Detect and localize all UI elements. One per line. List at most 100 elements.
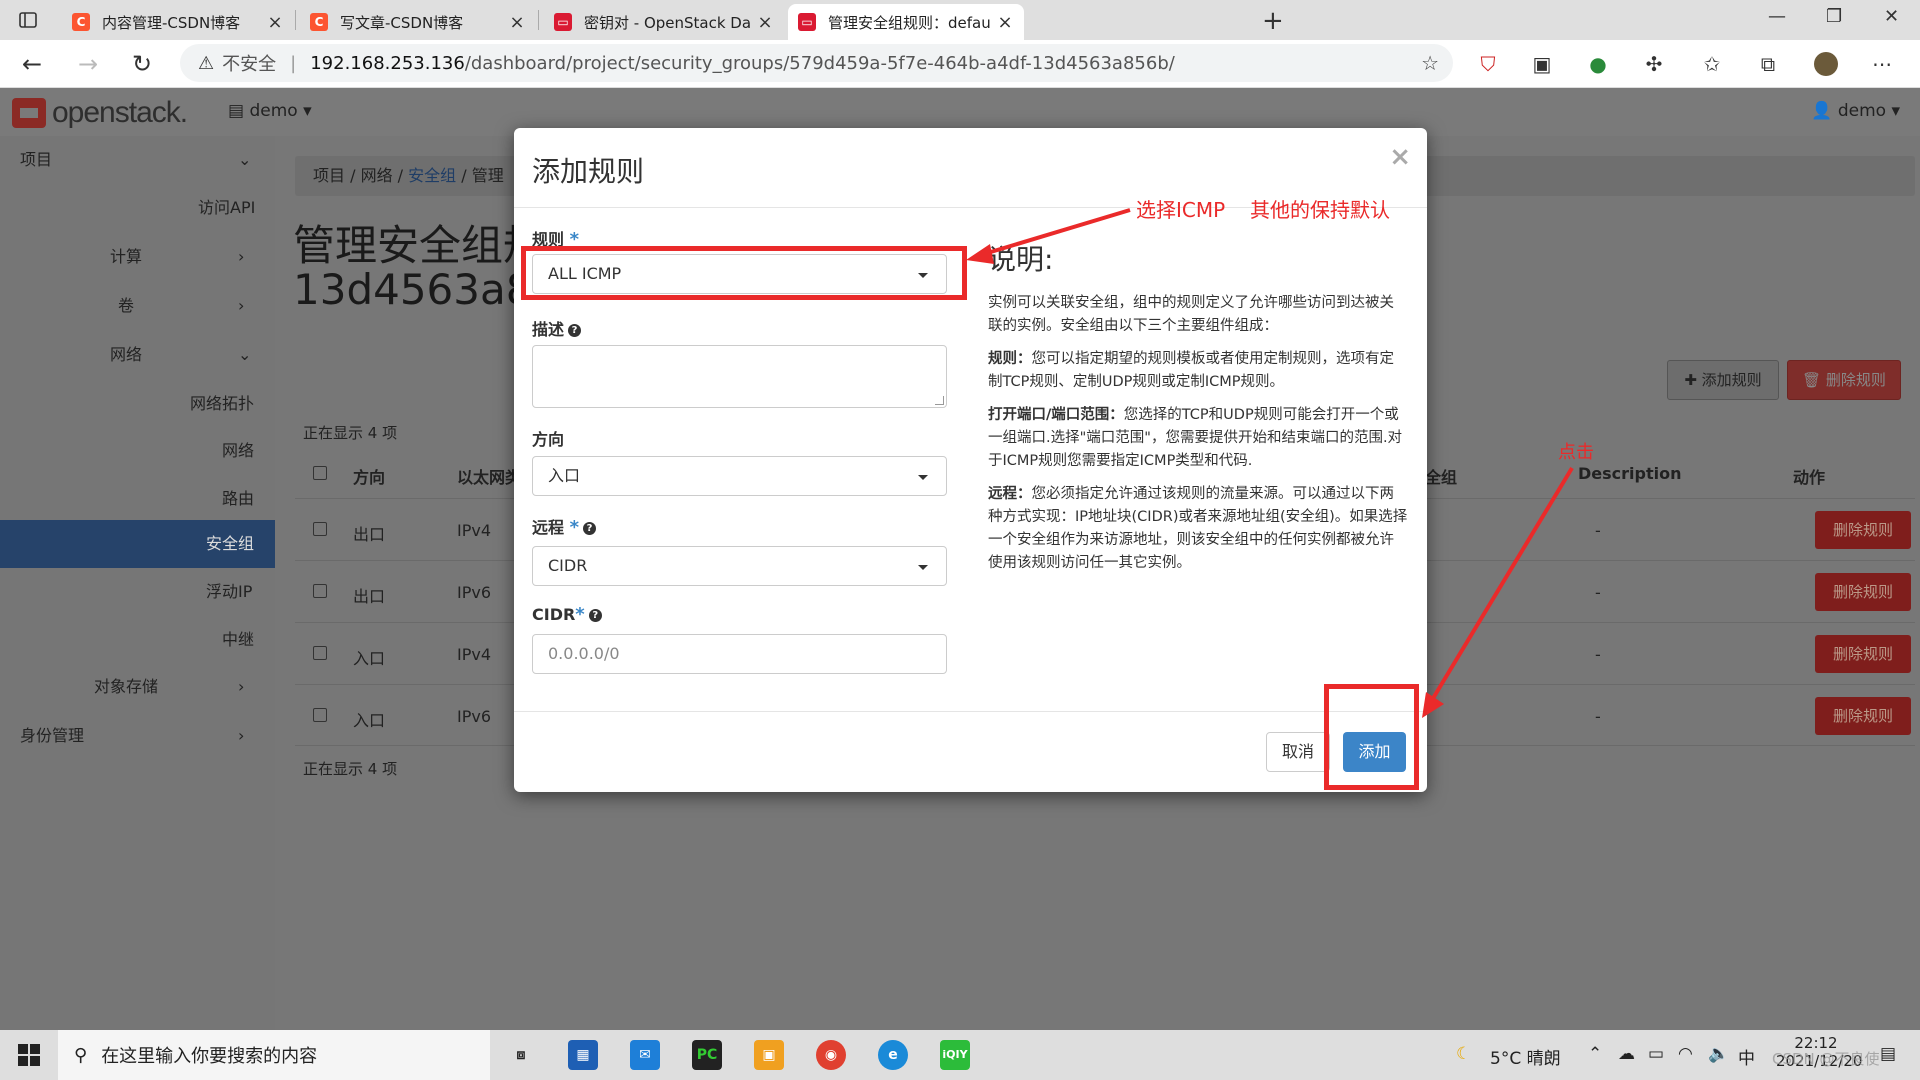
sidebar-item-trunks[interactable]: 中继: [0, 620, 275, 660]
help-icon[interactable]: ?: [583, 522, 597, 535]
browser-app-icon[interactable]: ◉: [816, 1040, 846, 1070]
sidebar-item-object-store[interactable]: 对象存储 ›: [0, 667, 275, 707]
volume-icon[interactable]: 🔈: [1708, 1044, 1729, 1064]
delete-rule-button[interactable]: 删除规则: [1815, 573, 1911, 611]
forward-icon[interactable]: →: [78, 50, 98, 78]
close-tab-icon[interactable]: ×: [266, 12, 284, 33]
close-tab-icon[interactable]: ×: [756, 12, 774, 33]
cell-ethertype: IPv6: [457, 707, 492, 726]
openstack-logo[interactable]: openstack.: [12, 96, 188, 130]
taskbar-search[interactable]: ⚲ 在这里输入你要搜索的内容: [58, 1030, 490, 1080]
add-rule-button[interactable]: ✚ 添加规则: [1667, 360, 1779, 400]
url-field[interactable]: ⚠ 不安全 | 192.168.253.136 /dashboard/proje…: [180, 44, 1453, 82]
favorites-icon[interactable]: ✩: [1700, 52, 1724, 76]
minimize-icon[interactable]: —: [1768, 6, 1786, 27]
tab-title: 写文章-CSDN博客: [340, 13, 464, 32]
remote-select[interactable]: CIDR: [532, 546, 947, 586]
item-count-footer: 正在显示 4 项: [303, 760, 398, 778]
project-selector[interactable]: ▤ demo ▾: [228, 101, 312, 121]
new-tab-icon[interactable]: +: [1262, 6, 1284, 36]
back-icon[interactable]: ←: [22, 50, 42, 78]
extension-shield-icon[interactable]: ⛉: [1476, 52, 1500, 76]
avatar[interactable]: [1814, 52, 1838, 76]
add-rule-label: 添加规则: [1701, 371, 1762, 389]
select-all-checkbox[interactable]: [313, 466, 327, 480]
sidebar-item-project[interactable]: 项目 ⌄: [0, 140, 275, 180]
add-favorite-icon[interactable]: ☆: [1421, 51, 1439, 75]
delete-rule-button[interactable]: 删除规则: [1815, 511, 1911, 549]
tab-actions-icon[interactable]: [18, 10, 38, 30]
iqiyi-icon[interactable]: iQIY: [940, 1040, 970, 1070]
pycharm-icon[interactable]: PC: [692, 1040, 722, 1070]
edge-icon[interactable]: e: [878, 1040, 908, 1070]
description-textarea[interactable]: [532, 345, 947, 408]
row-checkbox[interactable]: [313, 646, 327, 660]
sidebar-item-security-groups[interactable]: 安全组: [0, 520, 275, 568]
maximize-icon[interactable]: ❐: [1826, 6, 1842, 27]
help-icon[interactable]: ?: [588, 609, 602, 622]
delete-rules-button[interactable]: 🗑 删除规则: [1787, 360, 1901, 400]
sidebar-item-compute[interactable]: 计算 ›: [0, 237, 275, 277]
tab-csdn-content[interactable]: C 内容管理-CSDN博客 ×: [62, 4, 294, 40]
sidebar-item-network[interactable]: 网络 ⌄: [0, 335, 275, 375]
mail-icon[interactable]: ✉: [630, 1040, 660, 1070]
tab-title: 内容管理-CSDN博客: [102, 13, 241, 32]
vmware-icon[interactable]: ▣: [754, 1040, 784, 1070]
breadcrumb-item[interactable]: 项目: [313, 166, 345, 185]
tab-security-group-rules[interactable]: ▭ 管理安全组规则：default (579d4 ×: [788, 4, 1024, 40]
cidr-input[interactable]: 0.0.0.0/0: [532, 634, 947, 674]
onedrive-icon[interactable]: ☁: [1618, 1044, 1635, 1064]
sidebar-item-networks[interactable]: 网络: [0, 431, 275, 471]
sidebar-item-volumes[interactable]: 卷 ›: [0, 286, 275, 326]
breadcrumb-item[interactable]: 网络: [361, 166, 393, 185]
row-checkbox[interactable]: [313, 584, 327, 598]
row-checkbox[interactable]: [313, 708, 327, 722]
user-menu[interactable]: 👤 demo ▾: [1811, 101, 1900, 121]
close-window-icon[interactable]: ✕: [1884, 6, 1899, 27]
cell-direction: 出口: [353, 587, 386, 606]
weather-text[interactable]: 5°C 晴朗: [1490, 1044, 1561, 1069]
more-menu-icon[interactable]: ⋯: [1870, 52, 1894, 76]
caret-down-icon: [918, 565, 928, 570]
sidebar-item-floating-ips[interactable]: 浮动IP: [0, 572, 275, 612]
store-icon[interactable]: ▦: [568, 1040, 598, 1070]
close-tab-icon[interactable]: ×: [996, 12, 1014, 33]
cancel-button[interactable]: 取消: [1266, 732, 1330, 772]
sidebar-item-routers[interactable]: 路由: [0, 479, 275, 519]
csdn-icon: C: [72, 13, 90, 31]
tab-divider: [538, 10, 539, 30]
delete-rule-button[interactable]: 删除规则: [1815, 635, 1911, 673]
tab-keypairs[interactable]: ▭ 密钥对 - OpenStack Dashboard ×: [544, 4, 784, 40]
windows-start-icon[interactable]: [18, 1044, 40, 1066]
collections-icon[interactable]: ⧉: [1756, 52, 1780, 76]
sidebar-item-identity[interactable]: 身份管理 ›: [0, 716, 275, 756]
help-icon[interactable]: ?: [568, 324, 582, 337]
close-tab-icon[interactable]: ×: [508, 12, 526, 33]
extension-game-icon[interactable]: ▣: [1530, 52, 1554, 76]
wifi-icon[interactable]: ◠: [1678, 1044, 1693, 1064]
tray-expand-icon[interactable]: ⌃: [1588, 1044, 1602, 1064]
delete-rule-button[interactable]: 删除规则: [1815, 697, 1911, 735]
search-placeholder: 在这里输入你要搜索的内容: [101, 1046, 318, 1067]
battery-icon[interactable]: ▭: [1648, 1044, 1664, 1064]
chevron-down-icon: ▾: [1886, 101, 1900, 121]
refresh-icon[interactable]: ↻: [132, 50, 152, 78]
task-view-icon[interactable]: ⧈: [506, 1040, 536, 1070]
cidr-label: CIDR*?: [532, 604, 602, 625]
close-icon[interactable]: ×: [1389, 142, 1411, 172]
notifications-icon[interactable]: ▤: [1880, 1044, 1896, 1064]
ime-indicator[interactable]: 中: [1738, 1044, 1755, 1069]
tab-title: 密钥对 - OpenStack Dashboard: [584, 13, 750, 32]
column-header[interactable]: Description: [1578, 464, 1681, 483]
column-header[interactable]: 全组: [1425, 464, 1457, 488]
extension-globe-icon[interactable]: ●: [1586, 52, 1610, 76]
row-checkbox[interactable]: [313, 522, 327, 536]
sidebar-item-network-topology[interactable]: 网络拓扑: [0, 384, 275, 424]
sidebar-item-access-api[interactable]: 访问API: [0, 188, 275, 228]
tab-csdn-write[interactable]: C 写文章-CSDN博客 ×: [300, 4, 536, 40]
extensions-icon[interactable]: ✣: [1642, 52, 1666, 76]
breadcrumb-item[interactable]: 安全组: [408, 166, 456, 185]
dialog-footer: 取消 添加: [514, 711, 1427, 792]
column-header[interactable]: 方向: [353, 464, 385, 488]
direction-select[interactable]: 入口: [532, 456, 947, 496]
